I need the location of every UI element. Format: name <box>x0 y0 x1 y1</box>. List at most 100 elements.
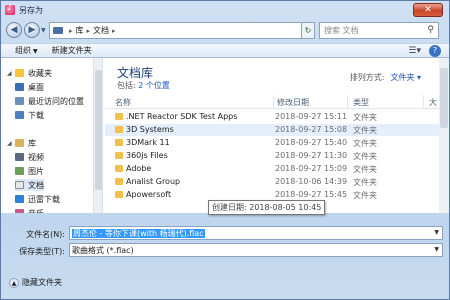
title-bar: 另存为 ✕ <box>1 1 449 19</box>
folder-icon <box>115 139 123 146</box>
file-type: 文件夹 <box>353 165 377 174</box>
table-row[interactable]: 3D Systems 2018-09-27 15:08 文件夹 <box>105 124 439 136</box>
filename-value[interactable]: 周杰伦 - 等你下课(with 杨瑞代).flac <box>72 228 205 239</box>
back-button[interactable]: ◀ <box>6 22 22 38</box>
window-title: 另存为 <box>19 5 43 15</box>
address-bar[interactable]: ▸ 库 ▸ 文档 ▸ <box>49 22 309 39</box>
file-name: 3DMark 11 <box>126 138 170 147</box>
save-type-value: 歌曲格式 (*.flac) <box>72 246 134 255</box>
organize-menu[interactable]: 组织 ▼ <box>15 45 38 56</box>
desktop-icon <box>15 83 24 91</box>
column-divider[interactable] <box>347 95 348 108</box>
nav-item-label: 迅雷下载 <box>28 194 60 204</box>
view-options-icon[interactable]: ☰▾ <box>408 46 421 56</box>
breadcrumb-documents[interactable]: 文档 <box>93 25 109 36</box>
column-divider[interactable] <box>273 95 274 108</box>
forward-button[interactable]: ▶ <box>24 22 40 38</box>
column-header-name[interactable]: 名称 <box>115 97 131 108</box>
nav-item-thunder-downloads[interactable]: 迅雷下载 <box>15 193 60 205</box>
organize-label: 组织 <box>15 46 31 55</box>
nav-item-recent[interactable]: 最近访问的位置 <box>15 95 84 107</box>
save-as-dialog: 另存为 ✕ ◀ ▶ ▼ ▸ 库 ▸ 文档 ▸ ↻ 搜索 文档 ⚲ 组织▼ 新建文… <box>0 0 450 300</box>
nav-item-documents[interactable]: 文档 <box>15 179 44 191</box>
file-type: 文件夹 <box>353 126 377 135</box>
nav-item-label: 收藏夹 <box>28 68 52 78</box>
arrange-by: 排列方式: 文件夹 ▾ <box>350 72 421 83</box>
crumb-separator-icon[interactable]: ▸ <box>69 27 73 35</box>
file-name: Adobe <box>126 164 152 173</box>
column-header-type[interactable]: 类型 <box>353 97 369 108</box>
nav-scroll-thumb[interactable] <box>95 70 102 190</box>
nav-item-favorites[interactable]: ◢ 收藏夹 <box>1 67 52 79</box>
refresh-button[interactable]: ↻ <box>301 22 315 39</box>
file-date: 2018-09-27 15:11 <box>275 112 348 121</box>
chevron-down-icon[interactable]: ▼ <box>434 229 439 236</box>
table-row[interactable]: Analist Group 2018-10-06 14:39 文件夹 <box>105 176 439 188</box>
column-divider[interactable] <box>423 95 424 108</box>
chevron-down-icon[interactable]: ▼ <box>434 246 439 253</box>
nav-item-videos[interactable]: 视频 <box>15 151 44 163</box>
file-date: 2018-09-27 15:08 <box>275 125 348 134</box>
file-list-scrollbar[interactable] <box>439 58 449 213</box>
new-folder-button[interactable]: 新建文件夹 <box>52 45 92 56</box>
file-type: 文件夹 <box>353 178 377 187</box>
file-type: 文件夹 <box>353 139 377 148</box>
crumb-separator-icon[interactable]: ▸ <box>112 27 116 35</box>
filename-field[interactable]: 周杰伦 - 等你下课(with 杨瑞代).flac ▼ <box>69 226 443 240</box>
nav-item-downloads[interactable]: 下载 <box>15 109 44 121</box>
collapse-arrow-icon[interactable]: ◢ <box>7 140 15 147</box>
documents-icon <box>15 181 24 189</box>
file-date: 2018-09-27 15:45 <box>275 190 348 199</box>
column-header-size[interactable]: 大 <box>429 97 437 108</box>
address-bar-area: ◀ ▶ ▼ ▸ 库 ▸ 文档 ▸ ↻ 搜索 文档 ⚲ <box>1 19 449 43</box>
breadcrumb-library[interactable]: 库 <box>76 25 84 36</box>
column-header-row: 名称 修改日期 类型 大 <box>105 95 439 109</box>
file-list: .NET Reactor SDK Test Apps 2018-09-27 15:… <box>105 111 439 213</box>
folder-icon <box>115 178 123 185</box>
table-row[interactable]: 360js Files 2018-09-27 11:30 文件夹 <box>105 150 439 162</box>
help-icon[interactable]: ? <box>429 45 441 57</box>
folder-icon <box>115 152 123 159</box>
library-folder-icon <box>53 27 63 34</box>
filename-label: 文件名(N): <box>26 230 65 239</box>
nav-item-libraries[interactable]: ◢ 库 <box>1 137 36 149</box>
recent-places-icon <box>15 97 24 105</box>
table-row[interactable]: 3DMark 11 2018-09-27 15:40 文件夹 <box>105 137 439 149</box>
music-app-icon <box>5 3 15 15</box>
collapse-up-icon: ▲ <box>9 277 19 288</box>
file-name: .NET Reactor SDK Test Apps <box>126 112 238 121</box>
nav-scrollbar[interactable] <box>93 58 102 213</box>
folder-icon <box>115 113 123 120</box>
search-icon[interactable]: ⚲ <box>427 25 434 35</box>
folder-icon <box>115 126 123 133</box>
arrange-value: 文件夹 <box>390 73 415 82</box>
includes-locations-link[interactable]: 2 个位置 <box>138 81 170 90</box>
file-list-scroll-thumb[interactable] <box>440 68 448 128</box>
file-list-pane: 文档库 包括: 2 个位置 排列方式: 文件夹 ▾ 名称 修改日期 类型 大 .N… <box>105 58 449 215</box>
file-name: Apowersoft <box>126 190 172 199</box>
collapse-arrow-icon[interactable]: ◢ <box>7 70 15 77</box>
nav-item-pictures[interactable]: 图片 <box>15 165 44 177</box>
close-button[interactable]: ✕ <box>413 3 443 17</box>
nav-item-desktop[interactable]: 桌面 <box>15 81 44 93</box>
search-placeholder: 搜索 文档 <box>324 26 359 35</box>
search-input[interactable]: 搜索 文档 ⚲ <box>319 22 439 39</box>
table-row[interactable]: .NET Reactor SDK Test Apps 2018-09-27 15:… <box>105 111 439 123</box>
file-name: Analist Group <box>126 177 181 186</box>
table-row[interactable]: Adobe 2018-09-27 15:09 文件夹 <box>105 163 439 175</box>
arrange-dropdown[interactable]: 文件夹 ▾ <box>390 73 421 82</box>
navigation-pane: ◢ 收藏夹 桌面 最近访问的位置 下载 ◢ 库 视频 图片 文档 迅雷下载 音乐 <box>1 58 103 213</box>
thunder-download-icon <box>15 195 24 203</box>
file-date: 2018-09-27 15:09 <box>275 164 348 173</box>
download-icon <box>15 111 24 119</box>
save-type-select[interactable]: 歌曲格式 (*.flac) ▼ <box>69 243 443 257</box>
crumb-separator-icon[interactable]: ▸ <box>87 27 91 35</box>
folder-icon <box>115 191 123 198</box>
hide-folders-toggle[interactable]: ▲ 隐藏文件夹 <box>9 277 62 288</box>
chevron-down-icon: ▼ <box>33 48 38 55</box>
star-icon <box>15 69 24 77</box>
video-icon <box>15 153 24 161</box>
hide-folders-label: 隐藏文件夹 <box>22 278 62 287</box>
column-header-date[interactable]: 修改日期 <box>277 97 309 108</box>
history-dropdown-icon[interactable]: ▼ <box>41 27 46 34</box>
